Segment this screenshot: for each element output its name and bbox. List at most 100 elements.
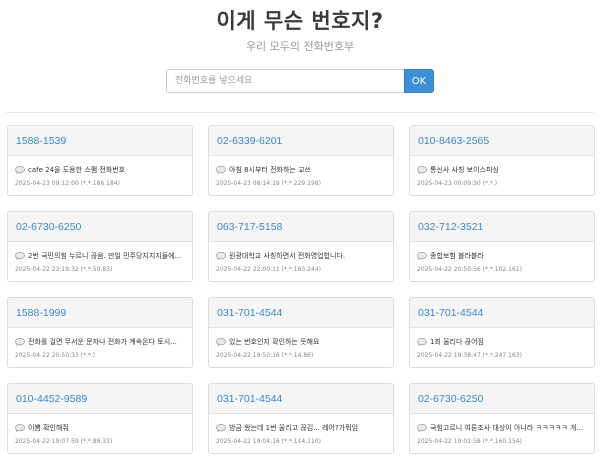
comment-meta: 2025-04-22 20:50:33 (*.*.): [15, 352, 96, 359]
comment-line: 국힘고르니 여론조사 대상이 아니라 ㅋㅋㅋㅋㅋ 개...: [417, 422, 587, 434]
card-body: 국힘고르니 여론조사 대상이 아니라 ㅋㅋㅋㅋㅋ 개... 2025-04-22…: [410, 414, 594, 445]
comment-meta: 2025-04-22 19:38:47 (*.*.247.163): [417, 352, 522, 359]
card-body: 통신사 사칭 보이스피싱 2025-04-23 00:09:30 (*.*.): [410, 156, 594, 187]
comment-line: 1회 울리다 끊어짐: [417, 336, 587, 348]
speech-bubble-icon: [417, 338, 427, 346]
speech-bubble-icon: [216, 338, 226, 346]
phone-number-link[interactable]: 02-6730-6250: [418, 393, 483, 405]
card-header: 031-701-4544: [209, 384, 393, 414]
card-header: 032-712-3521: [410, 212, 594, 242]
phone-number-link[interactable]: 02-6339-6201: [217, 135, 282, 147]
comment-meta: 2025-04-22 20:50:56 (*.*.102.161): [417, 266, 522, 273]
phone-number-link[interactable]: 02-6730-6250: [16, 221, 81, 233]
speech-bubble-icon: [216, 252, 226, 260]
comment-meta: 2025-04-22 22:00:11 (*.*.163.244): [216, 266, 321, 273]
comment-text: 국힘고르니 여론조사 대상이 아니라 ㅋㅋㅋㅋㅋ 개...: [430, 424, 584, 432]
comment-text: 종합보험 블라블라: [430, 252, 484, 260]
speech-bubble-icon: [417, 166, 427, 174]
comment-meta: 2025-04-23 09:12:00 (*.*.186.184): [15, 180, 120, 187]
phone-card: 02-6730-6250 국힘고르니 여론조사 대상이 아니라 ㅋㅋㅋㅋㅋ 개.…: [409, 383, 595, 454]
phone-card: 031-701-4544 방금 왔는데 1번 울리고 끊김... 레어?가뭐임 …: [208, 383, 394, 454]
comment-line: 원광대학교 사칭하면서 전화영업합니다.: [216, 250, 386, 262]
card-body: 전화를 걸면 무서운 문자나 전화가 계속온다 토시... 2025-04-22…: [8, 328, 192, 359]
comment-line: 이쁨 확인해줘: [15, 422, 185, 434]
card-body: 종합보험 블라블라 2025-04-22 20:50:56 (*.*.102.1…: [410, 242, 594, 273]
speech-bubble-icon: [15, 424, 25, 432]
card-header: 02-6730-6250: [410, 384, 594, 414]
card-body: 2번 국민의힘 누르니 끊음. 만일 민주당지지지들에... 2025-04-2…: [8, 242, 192, 273]
comment-line: 통신사 사칭 보이스피싱: [417, 164, 587, 176]
phone-search-input[interactable]: [166, 69, 404, 93]
phone-card: 02-6730-6250 2번 국민의힘 누르니 끊음. 만일 민주당지지지들에…: [7, 211, 193, 282]
comment-text: 1회 울리다 끊어짐: [430, 338, 484, 346]
phone-card: 031-701-4544 1회 울리다 끊어짐 2025-04-22 19:38…: [409, 297, 595, 368]
speech-bubble-icon: [417, 424, 427, 432]
card-header: 1588-1999: [8, 298, 192, 328]
card-header: 031-701-4544: [410, 298, 594, 328]
comment-meta: 2025-04-22 19:04:16 (*.*.114.110): [216, 438, 321, 445]
phone-number-link[interactable]: 063-717-5158: [217, 221, 282, 233]
phone-card: 1588-1539 cafe 24을 도용한 스팸 전화번호 2025-04-2…: [7, 125, 193, 196]
phone-number-link[interactable]: 031-701-4544: [217, 393, 282, 405]
page-title: 이게 무슨 번호지?: [216, 9, 384, 33]
page-subtitle: 우리 모두의 전화번호부: [245, 40, 355, 53]
card-body: 원광대학교 사칭하면서 전화영업합니다. 2025-04-22 22:00:11…: [209, 242, 393, 273]
phone-number-link[interactable]: 031-701-4544: [418, 307, 483, 319]
phone-card: 031-701-4544 있는 번호인지 확인하는 듯해요 2025-04-22…: [208, 297, 394, 368]
comment-line: 방금 왔는데 1번 울리고 끊김... 레어?가뭐임: [216, 422, 386, 434]
comment-meta: 2025-04-22 19:50:16 (*.*.14.86): [216, 352, 314, 359]
phone-card-grid: 1588-1539 cafe 24을 도용한 스팸 전화번호 2025-04-2…: [7, 125, 595, 454]
card-header: 010-4452-9589: [8, 384, 192, 414]
phone-number-link[interactable]: 1588-1999: [16, 307, 66, 319]
comment-text: 2번 국민의힘 누르니 끊음. 만일 민주당지지지들에...: [28, 252, 182, 260]
comment-text: cafe 24을 도용한 스팸 전화번호: [28, 166, 126, 174]
speech-bubble-icon: [216, 424, 226, 432]
card-body: 있는 번호인지 확인하는 듯해요 2025-04-22 19:50:16 (*.…: [209, 328, 393, 359]
phone-card: 02-6339-6201 아침 8시부터 전화하는 교쓰 2025-04-23 …: [208, 125, 394, 196]
card-header: 010-8463-2565: [410, 126, 594, 156]
speech-bubble-icon: [216, 166, 226, 174]
comment-meta: 2025-04-22 19:07:59 (*.*.88.33): [15, 438, 113, 445]
comment-text: 원광대학교 사칭하면서 전화영업합니다.: [229, 252, 346, 260]
phone-card: 063-717-5158 원광대학교 사칭하면서 전화영업합니다. 2025-0…: [208, 211, 394, 282]
card-header: 02-6339-6201: [209, 126, 393, 156]
card-body: 방금 왔는데 1번 울리고 끊김... 레어?가뭐임 2025-04-22 19…: [209, 414, 393, 445]
card-header: 02-6730-6250: [8, 212, 192, 242]
speech-bubble-icon: [417, 252, 427, 260]
comment-text: 아침 8시부터 전화하는 교쓰: [229, 166, 311, 174]
comment-meta: 2025-04-23 00:09:30 (*.*.): [417, 180, 498, 187]
comment-text: 있는 번호인지 확인하는 듯해요: [229, 338, 320, 346]
card-header: 1588-1539: [8, 126, 192, 156]
card-header: 063-717-5158: [209, 212, 393, 242]
card-body: 이쁨 확인해줘 2025-04-22 19:07:59 (*.*.88.33): [8, 414, 192, 445]
phone-number-link[interactable]: 032-712-3521: [418, 221, 483, 233]
comment-line: 아침 8시부터 전화하는 교쓰: [216, 164, 386, 176]
comment-text: 전화를 걸면 무서운 문자나 전화가 계속온다 토시...: [28, 338, 177, 346]
comment-line: 종합보험 블라블라: [417, 250, 587, 262]
speech-bubble-icon: [15, 166, 25, 174]
phone-number-link[interactable]: 1588-1539: [16, 135, 66, 147]
divider: [6, 112, 594, 113]
phone-number-link[interactable]: 010-8463-2565: [418, 135, 489, 147]
comment-line: 있는 번호인지 확인하는 듯해요: [216, 336, 386, 348]
speech-bubble-icon: [15, 252, 25, 260]
comment-text: 통신사 사칭 보이스피싱: [430, 166, 499, 174]
comment-meta: 2025-04-23 08:14:19 (*.*.229.198): [216, 180, 321, 187]
ok-button[interactable]: OK: [404, 69, 434, 93]
phone-card: 032-712-3521 종합보험 블라블라 2025-04-22 20:50:…: [409, 211, 595, 282]
comment-line: cafe 24을 도용한 스팸 전화번호: [15, 164, 185, 176]
page-header: 이게 무슨 번호지? 우리 모두의 전화번호부: [0, 0, 600, 54]
comment-text: 방금 왔는데 1번 울리고 끊김... 레어?가뭐임: [229, 424, 359, 432]
card-body: 아침 8시부터 전화하는 교쓰 2025-04-23 08:14:19 (*.*…: [209, 156, 393, 187]
phone-number-link[interactable]: 010-4452-9589: [16, 393, 87, 405]
card-body: cafe 24을 도용한 스팸 전화번호 2025-04-23 09:12:00…: [8, 156, 192, 187]
comment-line: 2번 국민의힘 누르니 끊음. 만일 민주당지지지들에...: [15, 250, 185, 262]
phone-number-link[interactable]: 031-701-4544: [217, 307, 282, 319]
comment-text: 이쁨 확인해줘: [28, 424, 69, 432]
phone-card: 010-8463-2565 통신사 사칭 보이스피싱 2025-04-23 00…: [409, 125, 595, 196]
comment-line: 전화를 걸면 무서운 문자나 전화가 계속온다 토시...: [15, 336, 185, 348]
card-header: 031-701-4544: [209, 298, 393, 328]
search-bar: OK: [166, 69, 434, 93]
comment-meta: 2025-04-22 19:02:58 (*.*.160.154): [417, 438, 522, 445]
card-body: 1회 울리다 끊어짐 2025-04-22 19:38:47 (*.*.247.…: [410, 328, 594, 359]
